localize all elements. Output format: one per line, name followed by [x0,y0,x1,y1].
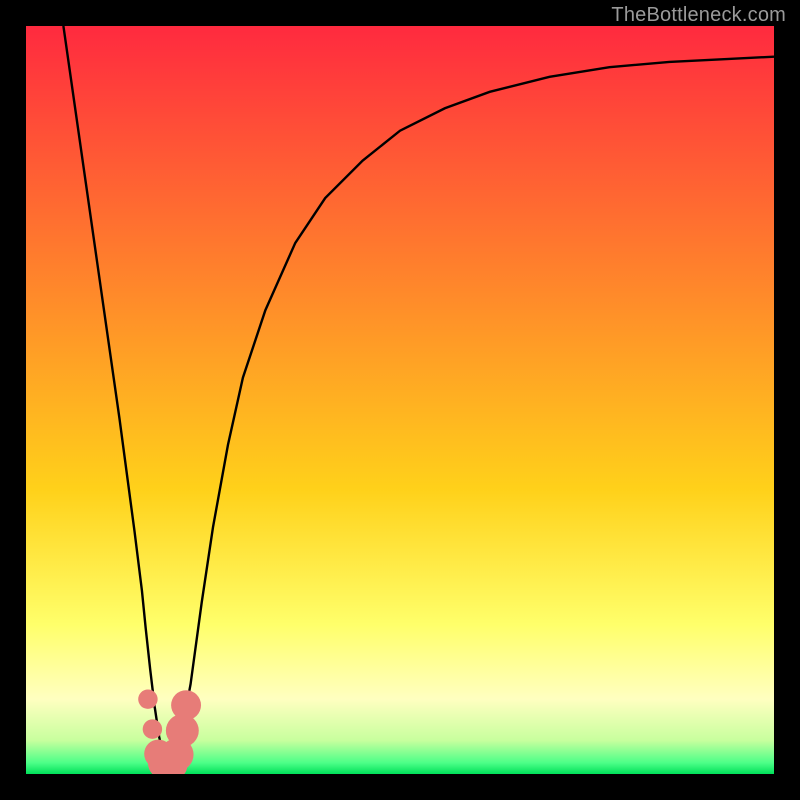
marker-dot [138,689,157,708]
marker-dot [143,719,162,738]
marker-dot [171,690,201,720]
bottleneck-chart [26,26,774,774]
chart-frame: TheBottleneck.com [0,0,800,800]
watermark-text: TheBottleneck.com [611,4,786,27]
gradient-background [26,26,774,774]
